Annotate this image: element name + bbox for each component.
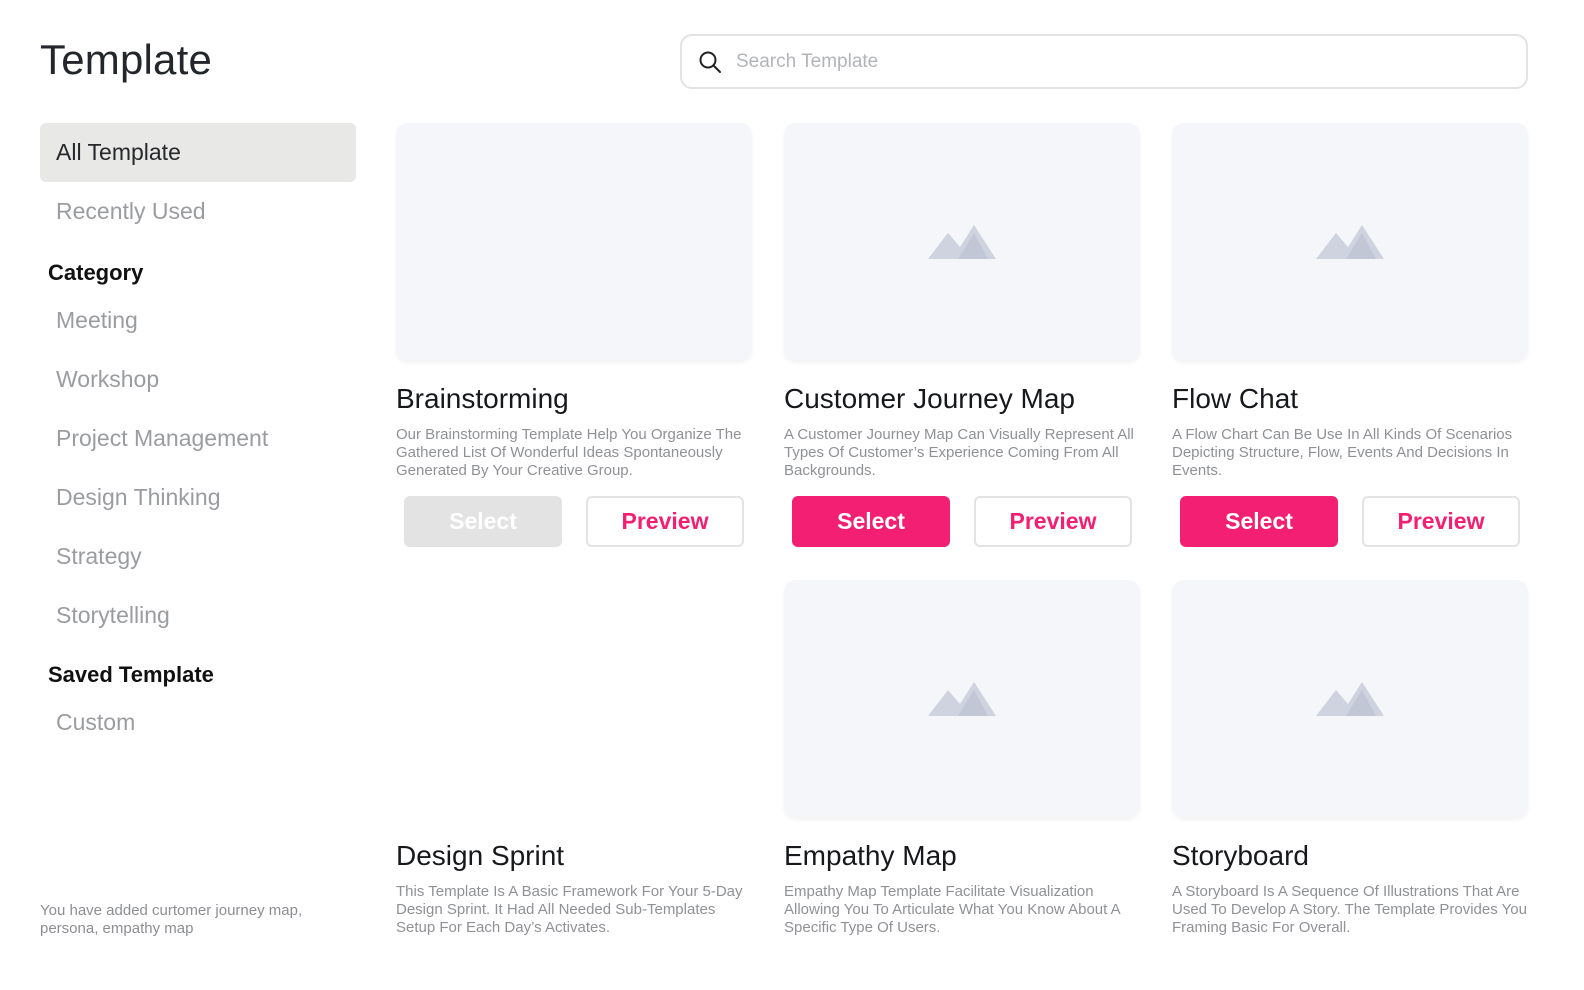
template-card-design-sprint: Design Sprint This Template Is A Basic F…	[396, 580, 752, 937]
template-card-storyboard: Storyboard A Storyboard Is A Sequence Of…	[1172, 580, 1528, 937]
select-button[interactable]: Select	[792, 496, 950, 547]
template-thumbnail[interactable]	[396, 580, 752, 817]
template-thumbnail[interactable]	[396, 123, 752, 360]
sidebar-item-recently-used[interactable]: Recently Used	[40, 182, 356, 241]
template-description: Empathy Map Template Facilitate Visualiz…	[784, 883, 1120, 936]
template-title: Customer Journey Map	[784, 383, 1076, 414]
image-placeholder-icon	[1316, 681, 1384, 716]
search-icon	[699, 51, 721, 73]
template-title: Brainstorming	[396, 383, 569, 414]
sidebar-item-strategy[interactable]: Strategy	[40, 527, 356, 586]
template-card-brainstorming: Brainstorming Our Brainstorming Template…	[396, 123, 752, 547]
template-card-flow-chat: Flow Chat A Flow Chart Can Be Use In All…	[1172, 123, 1528, 547]
sidebar-item-all-template[interactable]: All Template	[40, 123, 356, 182]
template-description: A Storyboard Is A Sequence Of Illustrati…	[1172, 883, 1527, 936]
template-title: Flow Chat	[1172, 383, 1299, 414]
template-description: A Flow Chart Can Be Use In All Kinds Of …	[1172, 426, 1513, 479]
template-thumbnail[interactable]	[784, 123, 1140, 360]
template-thumbnail[interactable]	[1172, 123, 1528, 360]
select-button[interactable]: Select	[1180, 496, 1338, 547]
preview-button[interactable]: Preview	[586, 496, 744, 547]
template-card-empathy-map: Empathy Map Empathy Map Template Facilit…	[784, 580, 1140, 937]
image-placeholder-icon	[1316, 224, 1384, 259]
saved-template-heading: Saved Template	[48, 662, 214, 687]
added-templates-note: You have added curtomer journey map, per…	[40, 902, 303, 937]
search-bar[interactable]	[680, 34, 1528, 89]
preview-button[interactable]: Preview	[1362, 496, 1520, 547]
sidebar-item-storytelling[interactable]: Storytelling	[40, 586, 356, 645]
template-title: Design Sprint	[396, 840, 565, 871]
template-thumbnail[interactable]	[1172, 580, 1528, 817]
template-description: Our Brainstorming Template Help You Orga…	[396, 426, 742, 479]
page-title: Template	[40, 36, 213, 83]
image-placeholder-icon	[928, 681, 996, 716]
sidebar-item-meeting[interactable]: Meeting	[40, 291, 356, 350]
template-card-customer-journey-map: Customer Journey Map A Customer Journey …	[784, 123, 1140, 547]
image-placeholder-icon	[928, 224, 996, 259]
sidebar-item-custom[interactable]: Custom	[40, 693, 356, 752]
sidebar-item-workshop[interactable]: Workshop	[40, 350, 356, 409]
sidebar: All Template Recently Used Category Meet…	[40, 123, 356, 752]
template-description: A Customer Journey Map Can Visually Repr…	[784, 426, 1134, 479]
select-button[interactable]: Select	[404, 496, 562, 547]
template-thumbnail[interactable]	[784, 580, 1140, 817]
template-title: Storyboard	[1172, 840, 1309, 871]
category-heading: Category	[48, 260, 144, 285]
sidebar-item-project-management[interactable]: Project Management	[40, 409, 356, 468]
preview-button[interactable]: Preview	[974, 496, 1132, 547]
template-description: This Template Is A Basic Framework For Y…	[396, 883, 743, 936]
template-title: Empathy Map	[784, 840, 957, 871]
sidebar-item-design-thinking[interactable]: Design Thinking	[40, 468, 356, 527]
search-input[interactable]	[736, 50, 1496, 73]
